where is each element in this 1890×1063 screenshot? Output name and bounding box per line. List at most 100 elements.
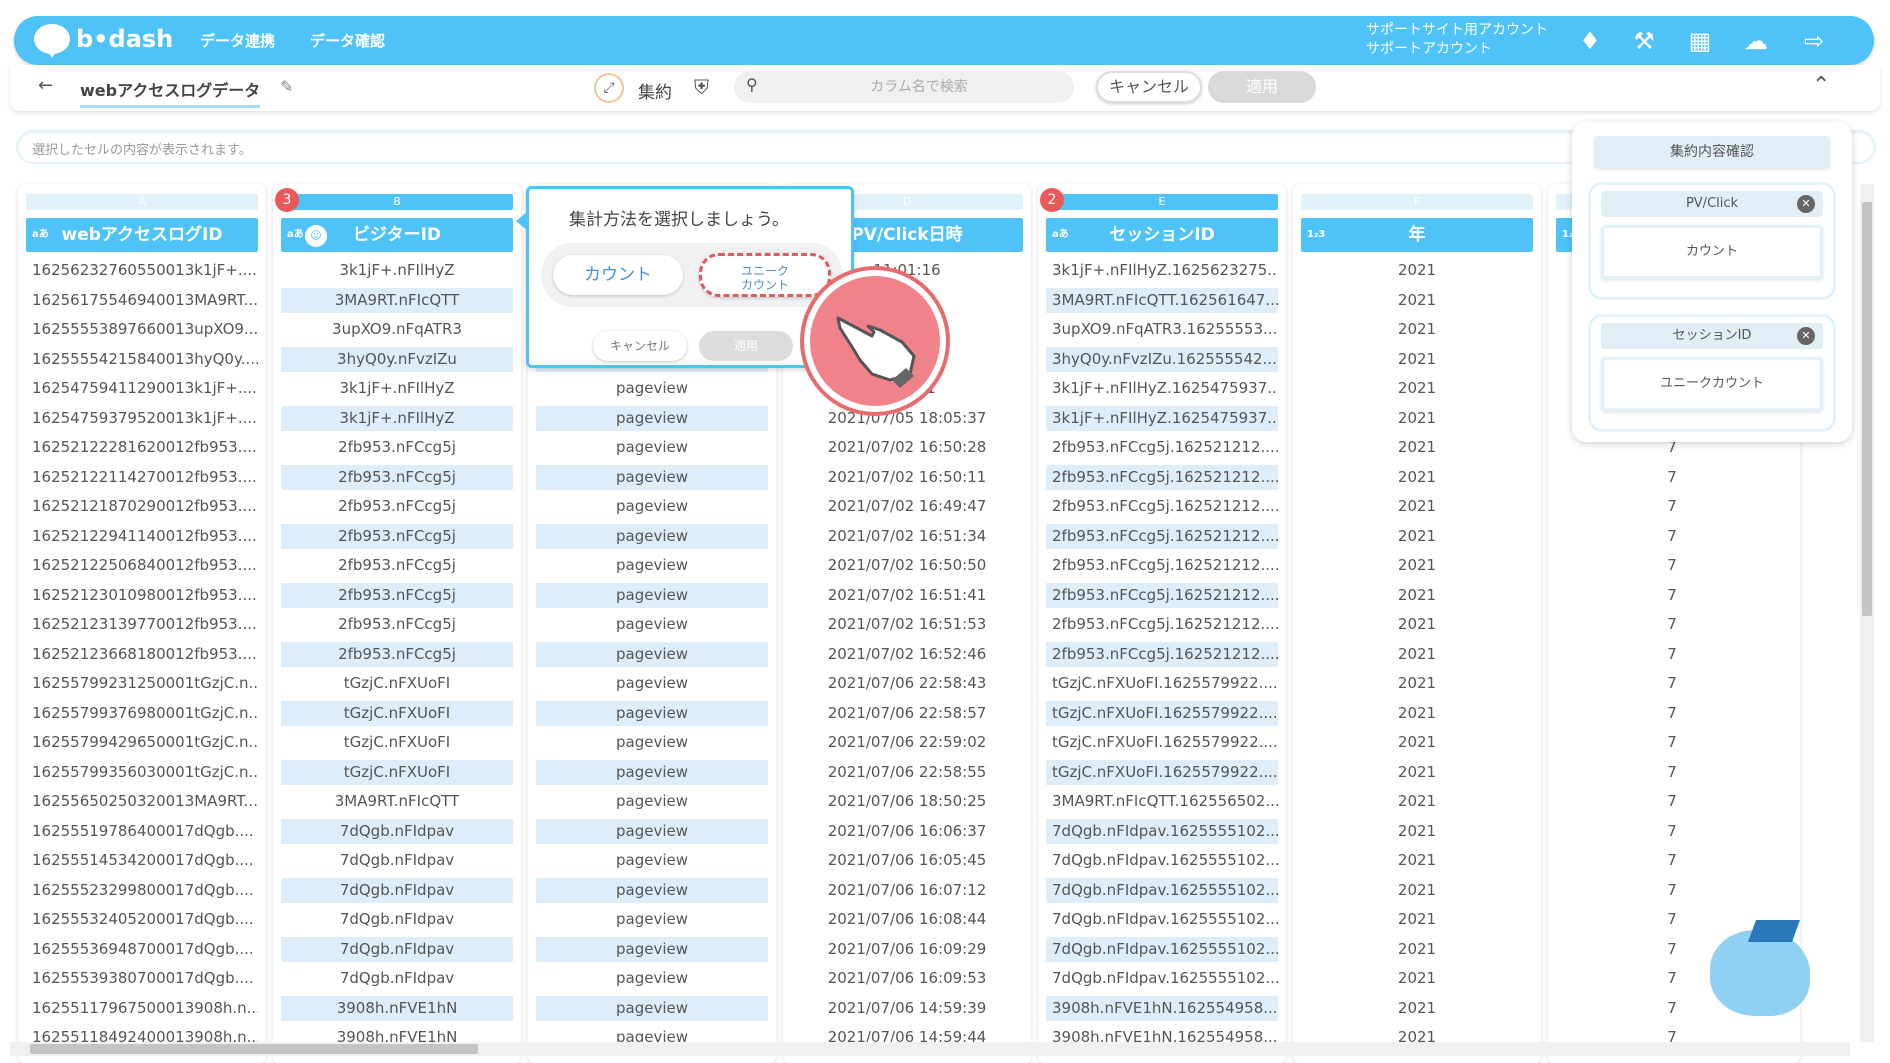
table-cell[interactable]: 7 [1556, 671, 1788, 697]
scroll-thumb[interactable] [1862, 202, 1872, 616]
back-arrow-icon[interactable]: ← [38, 75, 53, 96]
table-cell[interactable]: 16252123139770012fb953.... [26, 612, 258, 638]
table-cell[interactable]: 2fb953.nFCcg5j [281, 494, 513, 520]
table-cell[interactable]: 16256232760550013k1jF+.... [26, 258, 258, 284]
scroll-thumb[interactable] [30, 1044, 478, 1054]
column-header[interactable]: 1₂3 年 [1301, 218, 1533, 252]
table-cell[interactable]: 7dQgb.nFIdpav [281, 936, 513, 962]
table-cell[interactable]: 2021 [1301, 524, 1533, 550]
table-cell[interactable]: 16252122114270012fb953.... [26, 465, 258, 491]
table-cell[interactable]: pageview [536, 523, 768, 549]
table-cell[interactable]: 16255523299800017dQgb.... [26, 878, 258, 904]
table-cell[interactable]: 2021/07/02 16:51:41 [791, 583, 1023, 609]
table-cell[interactable]: 16255799429650001tGzjC.n.... [26, 730, 258, 756]
table-cell[interactable]: 16255799356030001tGzjC.n.... [26, 760, 258, 786]
table-cell[interactable]: 2fb953.nFCcg5j.162521212.... [1046, 464, 1278, 490]
bdash-logo[interactable]: b•dash [34, 24, 173, 58]
table-cell[interactable]: 2021/07/06 16:09:53 [791, 966, 1023, 992]
popup-apply-button[interactable]: 適用 [699, 331, 793, 361]
close-icon[interactable]: ✕ [1797, 327, 1815, 345]
table-cell[interactable]: pageview [536, 376, 768, 402]
table-cell[interactable]: pageview [536, 995, 768, 1021]
table-cell[interactable]: 16255650250320013MA9RT.... [26, 789, 258, 815]
table-cell[interactable]: 2021 [1301, 553, 1533, 579]
table-cell[interactable]: 2fb953.nFCcg5j [281, 582, 513, 608]
table-cell[interactable]: 2021/07/06 18:50:25 [791, 789, 1023, 815]
table-cell[interactable]: 2021/07/02 16:50:50 [791, 553, 1023, 579]
table-cell[interactable]: 2fb953.nFCcg5j.162521212.... [1046, 435, 1278, 461]
table-cell[interactable]: 2021 [1301, 347, 1533, 373]
table-cell[interactable]: 16255553897660013upXO9.... [26, 317, 258, 343]
table-cell[interactable]: 2021 [1301, 642, 1533, 668]
table-cell[interactable]: 2fb953.nFCcg5j [281, 641, 513, 667]
table-cell[interactable]: 2021/07/06 16:08:44 [791, 907, 1023, 933]
table-cell[interactable]: 2fb953.nFCcg5j [281, 435, 513, 461]
table-cell[interactable]: 2021/07/06 22:58:55 [791, 760, 1023, 786]
table-cell[interactable]: 7dQgb.nFIdpav.1625555102.... [1046, 848, 1278, 874]
column-letter[interactable]: B [281, 194, 513, 210]
table-cell[interactable]: 16256175546940013MA9RT.... [26, 288, 258, 314]
nav-data-link[interactable]: データ連携 [200, 30, 275, 51]
table-cell[interactable]: 3k1jF+.nFIlHyZ.1625623275.... [1046, 258, 1278, 284]
table-cell[interactable]: 7dQgb.nFIdpav.1625555102.... [1046, 877, 1278, 903]
table-cell[interactable]: 3MA9RT.nFIcQTT.162561647.... [1046, 287, 1278, 313]
table-cell[interactable]: pageview [536, 435, 768, 461]
table-cell[interactable]: 16255539380700017dQgb.... [26, 966, 258, 992]
table-cell[interactable]: 16255532405200017dQgb.... [26, 907, 258, 933]
table-cell[interactable]: 7dQgb.nFIdpav [281, 848, 513, 874]
table-cell[interactable]: 3hyQ0y.nFvzIZu.162555542.... [1046, 346, 1278, 372]
table-cell[interactable]: pageview [536, 494, 768, 520]
table-cell[interactable]: 2021 [1301, 937, 1533, 963]
table-cell[interactable]: pageview [536, 553, 768, 579]
table-cell[interactable]: pageview [536, 759, 768, 785]
table-cell[interactable]: 2021 [1301, 996, 1533, 1022]
table-cell[interactable]: 2021 [1301, 760, 1533, 786]
table-cell[interactable]: 2021/07/06 22:58:43 [791, 671, 1023, 697]
cancel-button[interactable]: キャンセル [1096, 71, 1202, 103]
table-cell[interactable]: pageview [536, 405, 768, 431]
table-cell[interactable]: 2fb953.nFCcg5j.162521212.... [1046, 582, 1278, 608]
shield-icon[interactable]: ⛨ [694, 75, 709, 99]
table-cell[interactable]: 2021 [1301, 435, 1533, 461]
table-cell[interactable]: 2021 [1301, 848, 1533, 874]
table-cell[interactable]: tGzjC.nFXUoFI.1625579922.... [1046, 671, 1278, 697]
table-cell[interactable]: 3k1jF+.nFIlHyZ [281, 405, 513, 431]
table-cell[interactable]: 2021 [1301, 406, 1533, 432]
column-letter[interactable]: E [1046, 194, 1278, 210]
table-cell[interactable]: 2fb953.nFCcg5j.162521212.... [1046, 494, 1278, 520]
table-cell[interactable]: 2fb953.nFCcg5j.162521212.... [1046, 641, 1278, 667]
table-cell[interactable]: 2021 [1301, 317, 1533, 343]
table-cell[interactable]: tGzjC.nFXUoFI [281, 671, 513, 697]
table-cell[interactable]: 2021/07/06 22:58:57 [791, 701, 1023, 727]
table-cell[interactable]: 2021/07/06 22:59:02 [791, 730, 1023, 756]
table-cell[interactable]: 2021 [1301, 907, 1533, 933]
table-cell[interactable]: 16255554215840013hyQ0y.... [26, 347, 258, 373]
table-cell[interactable]: tGzjC.nFXUoFI [281, 730, 513, 756]
pencil-icon[interactable]: ✎ [280, 77, 293, 96]
table-cell[interactable]: 2fb953.nFCcg5j.162521212.... [1046, 612, 1278, 638]
table-cell[interactable]: tGzjC.nFXUoFI.1625579922.... [1046, 759, 1278, 785]
table-cell[interactable]: 3upXO9.nFqATR3 [281, 317, 513, 343]
table-cell[interactable]: 2021/07/06 16:09:29 [791, 937, 1023, 963]
table-cell[interactable]: 16254759379520013k1jF+.... [26, 406, 258, 432]
table-cell[interactable]: 2021 [1301, 966, 1533, 992]
table-cell[interactable]: 2021 [1301, 789, 1533, 815]
table-cell[interactable]: pageview [536, 612, 768, 638]
table-cell[interactable]: 7dQgb.nFIdpav [281, 907, 513, 933]
table-cell[interactable]: 3908h.nFVE1hN.162554958.... [1046, 995, 1278, 1021]
table-cell[interactable]: 2021 [1301, 878, 1533, 904]
chat-icon[interactable]: ☁ [1740, 25, 1772, 57]
table-cell[interactable]: 16255514534200017dQgb.... [26, 848, 258, 874]
table-cell[interactable]: 16252122941140012fb953.... [26, 524, 258, 550]
table-cell[interactable]: 2021/07/02 16:49:47 [791, 494, 1023, 520]
table-cell[interactable]: 2fb953.nFCcg5j.162521212.... [1046, 553, 1278, 579]
table-cell[interactable]: 2021/07/02 16:51:53 [791, 612, 1023, 638]
table-cell[interactable]: 16252121870290012fb953.... [26, 494, 258, 520]
table-cell[interactable]: 7dQgb.nFIdpav.1625555102.... [1046, 818, 1278, 844]
table-cell[interactable]: tGzjC.nFXUoFI.1625579922.... [1046, 730, 1278, 756]
table-cell[interactable]: 16252123668180012fb953.... [26, 642, 258, 668]
table-cell[interactable]: 2021/07/02 16:52:46 [791, 642, 1023, 668]
table-cell[interactable]: 7 [1556, 583, 1788, 609]
table-cell[interactable]: 2fb953.nFCcg5j.162521212.... [1046, 523, 1278, 549]
table-cell[interactable]: 7dQgb.nFIdpav [281, 818, 513, 844]
